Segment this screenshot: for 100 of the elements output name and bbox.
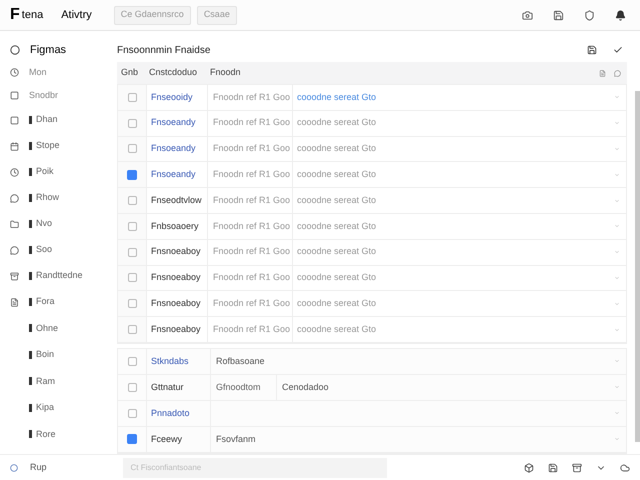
table-cell-text: cooodne sereat Gto <box>296 245 376 258</box>
shield-icon[interactable] <box>584 10 595 20</box>
table-cell[interactable]: Stkndabs <box>147 354 210 368</box>
column-header[interactable]: Fnoodn <box>206 66 241 80</box>
bar-icon <box>29 350 32 359</box>
sidebar-heading[interactable]: Figmas <box>30 42 66 58</box>
bar-icon <box>29 142 32 150</box>
bar-icon <box>29 246 32 254</box>
bar-icon <box>29 377 32 386</box>
save-icon[interactable] <box>587 45 597 55</box>
table-cell-text: cooodne sereat Gto <box>296 194 376 207</box>
table-cell: Fnoodn ref R1 Goo <box>207 136 293 162</box>
sidebar-item[interactable]: Randttedne <box>36 269 83 283</box>
sidebar-item[interactable]: Ram <box>36 374 56 388</box>
item-icon <box>10 298 19 306</box>
table-cell[interactable]: Fnsoeandy <box>147 116 207 130</box>
save-icon[interactable] <box>548 462 558 472</box>
table-cell[interactable]: Fceewy <box>147 432 210 446</box>
sidebar-item[interactable]: Rhow <box>36 191 60 205</box>
sidebar-item[interactable]: Rore <box>36 428 56 441</box>
table-cell: Fnoodn ref R1 Goo <box>207 110 293 136</box>
sidebar-item[interactable]: Poik <box>36 165 54 179</box>
checkbox[interactable] <box>128 248 136 257</box>
checkbox[interactable] <box>128 356 136 366</box>
sidebar-item[interactable]: Nvo <box>36 217 52 231</box>
table-cell[interactable]: Fnseooidy <box>147 90 207 104</box>
table-cell[interactable]: Fnsoeandy <box>147 168 207 182</box>
item-icon <box>10 220 19 228</box>
table-cell-text: cooodne sereat Gto <box>296 220 376 233</box>
sidebar-item[interactable]: Stope <box>36 139 60 153</box>
checkbox[interactable] <box>128 325 136 334</box>
sidebar-item[interactable]: Boin <box>36 348 54 362</box>
table-cell-text: cooodne sereat Gto <box>296 297 376 310</box>
bell-icon[interactable] <box>615 10 626 20</box>
table-cell-text: Fsovfanm <box>215 432 256 446</box>
sidebar-item[interactable]: Dhan <box>36 113 58 127</box>
table-cell-text: cooodne sereat Gto <box>296 142 376 156</box>
table-cell[interactable]: Fnsnoeaboy <box>147 271 207 285</box>
bar-icon <box>29 194 32 202</box>
save-icon[interactable] <box>553 10 564 20</box>
table-cell: Fnoodn ref R1 Goo <box>207 240 293 265</box>
checkbox[interactable] <box>128 118 136 128</box>
checkbox[interactable] <box>128 196 136 206</box>
logo: F <box>10 5 20 25</box>
sidebar-item[interactable]: Kipa <box>36 401 54 414</box>
sidebar-item[interactable]: Ohne <box>36 322 58 335</box>
table-cell-text: Cenodadoo <box>281 380 329 394</box>
item-icon <box>10 246 19 254</box>
table-cell[interactable]: Gttnatur <box>147 380 210 394</box>
item-icon <box>10 272 19 280</box>
clock-icon <box>10 91 19 100</box>
sidebar-item[interactable]: Mon <box>29 66 47 80</box>
checkbox[interactable] <box>128 408 136 418</box>
check-icon[interactable] <box>613 45 623 55</box>
column-header[interactable]: Gnb <box>117 66 145 80</box>
checkbox[interactable] <box>128 92 136 102</box>
checkbox[interactable] <box>128 382 136 392</box>
clock-icon <box>10 68 19 77</box>
table-cell: Fnoodn ref R1 Goo <box>207 291 293 316</box>
table-cell: Fnoodn ref R1 Goo <box>207 266 293 290</box>
table-cell: Fnoodn ref R1 Goo <box>207 85 293 110</box>
table-cell: Fnoodn ref R1 Goo <box>207 188 293 213</box>
table-cell[interactable]: Fnseodtvlow <box>147 194 207 208</box>
panel-title: Fnsoonnmin Fnaidse <box>117 44 210 58</box>
status-icon <box>10 464 18 472</box>
checkbox[interactable] <box>127 434 137 444</box>
archive-icon[interactable] <box>572 462 582 472</box>
checkbox[interactable] <box>128 144 136 154</box>
app-name: tena <box>22 8 44 23</box>
cloud-icon[interactable] <box>620 462 630 472</box>
bar-icon <box>29 220 32 228</box>
checkbox[interactable] <box>128 299 136 308</box>
camera-icon[interactable] <box>522 10 533 20</box>
sidebar-item[interactable]: Fora <box>36 295 55 309</box>
column-header[interactable]: Cnstcdoduo <box>145 66 206 80</box>
table-cell[interactable]: Fnsnoeaboy <box>147 322 207 336</box>
sidebar-item[interactable]: Soo <box>36 243 52 257</box>
table-cell[interactable]: Fnbsoaoery <box>147 220 207 234</box>
search-field[interactable]: Ct Fisconfiantsoane <box>122 458 387 478</box>
bar-icon <box>29 168 32 176</box>
box-icon[interactable] <box>524 462 534 472</box>
table-cell: Fnoodn ref R1 Goo <box>207 214 293 239</box>
nav-tab[interactable]: Ativtry <box>61 6 92 24</box>
bar-icon <box>29 116 32 124</box>
item-icon <box>10 142 19 150</box>
table-cell[interactable]: Pnnadoto <box>147 406 210 420</box>
checkbox[interactable] <box>127 170 137 180</box>
file-icon[interactable] <box>599 70 606 76</box>
table-cell-text: cooodne sereat Gto <box>296 168 376 182</box>
comment-icon[interactable] <box>614 70 621 76</box>
table-cell[interactable]: Fnsoeandy <box>147 142 207 156</box>
table-cell[interactable]: Fnsnoeaboy <box>147 297 207 311</box>
table-cell-text: cooodne sereat Gto <box>296 271 376 284</box>
sidebar-item[interactable]: Snodbr <box>29 88 58 102</box>
checkbox[interactable] <box>128 273 136 282</box>
table-cell[interactable]: Fnsnoeaboy <box>147 245 207 259</box>
scrollbar[interactable] <box>635 91 640 442</box>
bar-icon <box>29 272 32 280</box>
bar-icon <box>29 324 32 332</box>
checkbox[interactable] <box>128 222 136 231</box>
